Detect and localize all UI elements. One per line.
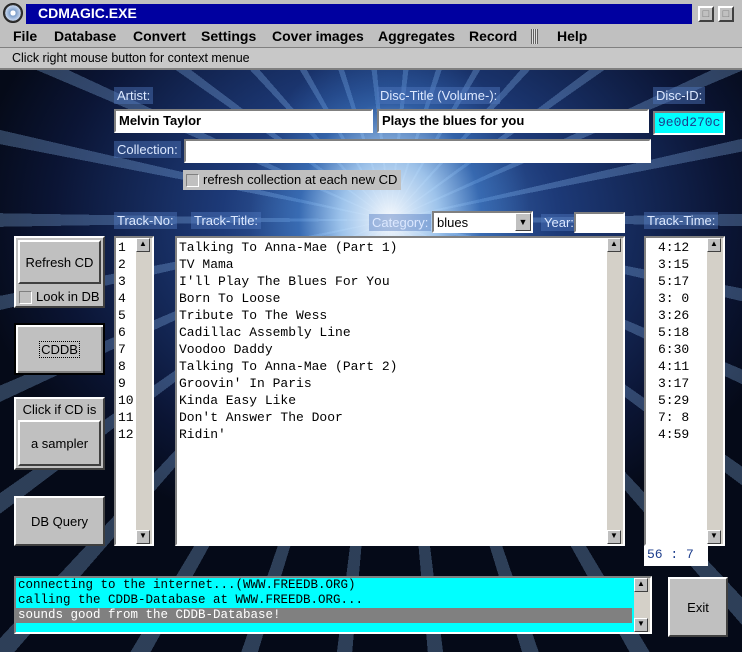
status-log-lines: connecting to the internet...(WWW.FREEDB…	[16, 578, 650, 623]
category-value: blues	[437, 215, 469, 230]
category-select[interactable]: blues ▼	[432, 211, 533, 233]
refresh-panel: Refresh CD Look in DB	[14, 236, 105, 308]
track-title-label: Track-Title:	[191, 212, 262, 229]
track-title-item[interactable]: Talking To Anna-Mae (Part 1)	[179, 239, 623, 256]
scroll-down-icon[interactable]: ▼	[634, 618, 648, 632]
disc-id-label: Disc-ID:	[653, 87, 706, 104]
track-title-scrollbar[interactable]: ▲ ▼	[607, 238, 623, 544]
year-label: Year:	[541, 214, 577, 231]
main-panel: Artist: Melvin Taylor Disc-Title (Volume…	[0, 70, 742, 652]
collection-field[interactable]	[184, 139, 651, 163]
scroll-down-icon[interactable]: ▼	[607, 530, 621, 544]
cd-app-icon[interactable]	[3, 3, 23, 23]
menu-record[interactable]: Record	[469, 28, 517, 44]
track-title-item[interactable]: TV Mama	[179, 256, 623, 273]
db-query-label: DB Query	[30, 513, 89, 529]
hint-bar: Click right mouse button for context men…	[0, 48, 742, 70]
cddb-button[interactable]: CDDB	[14, 323, 105, 375]
scroll-up-icon[interactable]: ▲	[707, 238, 721, 252]
menu-convert[interactable]: Convert	[133, 28, 186, 44]
track-title-item[interactable]: Born To Loose	[179, 290, 623, 307]
status-log-line: calling the CDDB-Database at WWW.FREEDB.…	[18, 593, 364, 607]
title-bar: CDMAGIC.EXE □ □	[0, 0, 742, 26]
track-no-label: Track-No:	[114, 212, 177, 229]
scroll-up-icon[interactable]: ▲	[607, 238, 621, 252]
track-title-item[interactable]: Talking To Anna-Mae (Part 2)	[179, 358, 623, 375]
menu-aggregates[interactable]: Aggregates	[378, 28, 455, 44]
chevron-down-icon[interactable]: ▼	[515, 213, 531, 231]
refresh-collection-label: refresh collection at each new CD	[203, 172, 398, 187]
total-time: 56 : 7	[644, 546, 708, 566]
track-title-item[interactable]: Voodoo Daddy	[179, 341, 623, 358]
track-time-scrollbar[interactable]: ▲ ▼	[707, 238, 723, 544]
refresh-cd-button[interactable]: Refresh CD	[18, 240, 101, 284]
track-no-scrollbar[interactable]: ▲ ▼	[136, 238, 152, 544]
menu-file[interactable]: File	[13, 28, 37, 44]
track-title-item[interactable]: Don't Answer The Door	[179, 409, 623, 426]
disc-title-field[interactable]: Plays the blues for you	[377, 109, 649, 133]
sampler-button[interactable]: a sampler	[18, 420, 101, 466]
scroll-down-icon[interactable]: ▼	[707, 530, 721, 544]
track-title-items: Talking To Anna-Mae (Part 1) TV Mama I'll …	[177, 238, 623, 443]
scroll-up-icon[interactable]: ▲	[136, 238, 150, 252]
status-log[interactable]: connecting to the internet...(WWW.FREEDB…	[14, 576, 652, 634]
category-label: Category:	[369, 214, 432, 231]
exit-button[interactable]: Exit	[668, 577, 728, 637]
menu-cover-images[interactable]: Cover images	[272, 28, 364, 44]
menu-bar: File Database Convert Settings Cover ima…	[0, 26, 742, 48]
track-title-item[interactable]: Cadillac Assembly Line	[179, 324, 623, 341]
artist-label: Artist:	[114, 87, 154, 104]
status-log-line: connecting to the internet...(WWW.FREEDB…	[18, 578, 356, 592]
artist-field[interactable]: Melvin Taylor	[114, 109, 373, 133]
refresh-collection-checkbox[interactable]: refresh collection at each new CD	[183, 170, 402, 190]
db-query-button[interactable]: DB Query	[14, 496, 105, 546]
look-in-db-label: Look in DB	[36, 289, 100, 304]
disc-title-label: Disc-Title (Volume-):	[377, 87, 501, 104]
menu-separator	[531, 29, 538, 44]
refresh-collection-check-icon[interactable]	[186, 174, 199, 188]
sampler-caption: Click if CD is	[22, 402, 97, 417]
status-log-line: sounds good from the CDDB-Database!	[16, 608, 632, 623]
menu-database[interactable]: Database	[54, 28, 116, 44]
track-time-label: Track-Time:	[644, 212, 719, 229]
refresh-cd-label: Refresh CD	[25, 254, 94, 270]
hint-text: Click right mouse button for context men…	[12, 51, 250, 65]
exit-label: Exit	[687, 599, 709, 615]
cddb-label: CDDB	[39, 340, 80, 358]
track-no-list[interactable]: 1 2 3 4 5 6 7 8 9 10 11 12 ▲ ▼	[114, 236, 154, 546]
collection-label: Collection:	[114, 141, 181, 158]
track-title-item[interactable]: Ridin'	[179, 426, 623, 443]
look-in-db-checkbox[interactable]: Look in DB	[19, 289, 100, 305]
status-log-scrollbar[interactable]: ▲ ▼	[634, 578, 650, 632]
track-title-item[interactable]: I'll Play The Blues For You	[179, 273, 623, 290]
look-in-db-check-icon[interactable]	[19, 291, 32, 305]
sampler-label: a sampler	[30, 435, 89, 451]
maximize-icon[interactable]: □	[698, 6, 714, 22]
year-field[interactable]	[574, 212, 625, 233]
track-title-item[interactable]: Groovin' In Paris	[179, 375, 623, 392]
disc-id-field[interactable]: 9e0d270c	[653, 111, 725, 135]
track-title-item[interactable]: Tribute To The Wess	[179, 307, 623, 324]
minimize-icon[interactable]: □	[718, 6, 734, 22]
track-title-item[interactable]: Kinda Easy Like	[179, 392, 623, 409]
menu-help[interactable]: Help	[557, 28, 587, 44]
track-time-list[interactable]: 4:12 3:15 5:17 3: 0 3:26 5:18 6:30 4:11 3:17 5:29…	[644, 236, 725, 546]
menu-settings[interactable]: Settings	[201, 28, 256, 44]
track-title-list[interactable]: Talking To Anna-Mae (Part 1) TV Mama I'll …	[175, 236, 625, 546]
scroll-up-icon[interactable]: ▲	[634, 578, 648, 592]
sampler-panel: Click if CD is a sampler	[14, 397, 105, 470]
window-title: CDMAGIC.EXE	[38, 5, 137, 21]
scroll-down-icon[interactable]: ▼	[136, 530, 150, 544]
